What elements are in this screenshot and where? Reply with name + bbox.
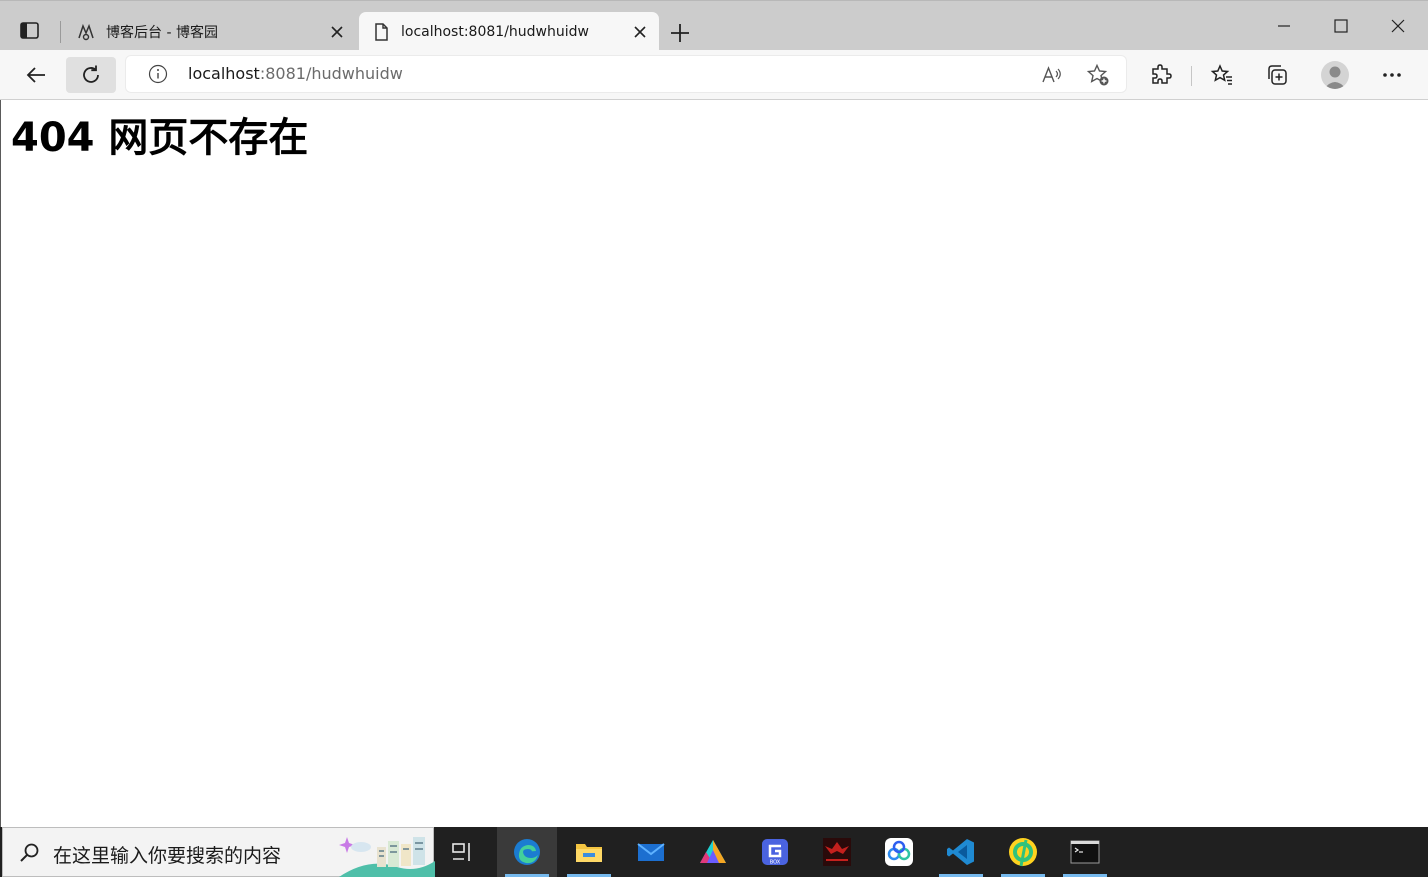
aurora-app-icon[interactable] bbox=[683, 827, 743, 877]
page-icon bbox=[371, 22, 391, 42]
close-tab-icon[interactable] bbox=[629, 21, 651, 43]
back-icon[interactable] bbox=[18, 57, 54, 93]
search-icon bbox=[19, 842, 41, 864]
cnblogs-icon bbox=[76, 22, 96, 42]
maximize-icon[interactable] bbox=[1321, 9, 1361, 43]
close-window-icon[interactable] bbox=[1378, 9, 1418, 43]
vscode-icon[interactable] bbox=[931, 827, 991, 877]
task-view-icon[interactable] bbox=[432, 827, 492, 877]
tab-cnblogs[interactable]: 博客后台 - 博客园 bbox=[64, 12, 356, 51]
mail-icon[interactable] bbox=[621, 827, 681, 877]
profile-avatar[interactable] bbox=[1321, 61, 1349, 89]
close-tab-icon[interactable] bbox=[326, 21, 348, 43]
search-highlight-icon bbox=[339, 831, 435, 877]
toolbar-divider bbox=[1191, 66, 1192, 86]
tab-title: localhost:8081/hudwhuidw bbox=[401, 23, 589, 40]
tab-separator bbox=[60, 21, 61, 43]
address-url[interactable]: localhost:8081/hudwhuidw bbox=[188, 64, 403, 83]
read-aloud-icon[interactable] bbox=[1040, 63, 1064, 87]
svg-text:BOX: BOX bbox=[770, 860, 781, 866]
gbox-icon[interactable]: BOX bbox=[745, 827, 805, 877]
info-icon[interactable] bbox=[148, 64, 168, 84]
naraka-icon[interactable] bbox=[807, 827, 867, 877]
taskbar-search[interactable]: 在这里输入你要搜索的内容 bbox=[2, 827, 435, 877]
taskbar: 在这里输入你要搜索的内容 BOX bbox=[0, 827, 1428, 877]
more-menu-icon[interactable] bbox=[1374, 57, 1410, 93]
search-placeholder: 在这里输入你要搜索的内容 bbox=[53, 845, 282, 867]
file-explorer-icon[interactable] bbox=[559, 827, 619, 877]
extensions-icon[interactable] bbox=[1143, 57, 1179, 93]
terminal-icon[interactable] bbox=[1055, 827, 1115, 877]
browser-toolbar: localhost:8081/hudwhuidw bbox=[0, 50, 1428, 100]
url-host: localhost bbox=[188, 64, 260, 83]
edge-taskbar-icon[interactable] bbox=[497, 827, 557, 877]
qq-music-icon[interactable] bbox=[993, 827, 1053, 877]
collections-icon[interactable] bbox=[1259, 57, 1295, 93]
new-tab-icon[interactable] bbox=[668, 21, 692, 45]
add-favorite-icon[interactable] bbox=[1086, 63, 1110, 87]
minimize-icon[interactable] bbox=[1264, 9, 1304, 43]
page-content: 404 网页不存在 bbox=[0, 100, 1428, 827]
tab-strip: 博客后台 - 博客园 localhost:8081/hudwhuidw bbox=[0, 0, 1428, 51]
favorites-icon[interactable] bbox=[1204, 57, 1240, 93]
tab-actions-icon[interactable] bbox=[18, 21, 42, 41]
page-heading: 404 网页不存在 bbox=[11, 115, 309, 161]
tab-title: 博客后台 - 博客园 bbox=[106, 24, 218, 41]
address-bar[interactable]: localhost:8081/hudwhuidw bbox=[126, 56, 1126, 92]
refresh-icon[interactable] bbox=[66, 57, 116, 93]
tab-localhost[interactable]: localhost:8081/hudwhuidw bbox=[359, 12, 659, 51]
baidu-netdisk-icon[interactable] bbox=[869, 827, 929, 877]
url-path: :8081/hudwhuidw bbox=[259, 64, 403, 83]
